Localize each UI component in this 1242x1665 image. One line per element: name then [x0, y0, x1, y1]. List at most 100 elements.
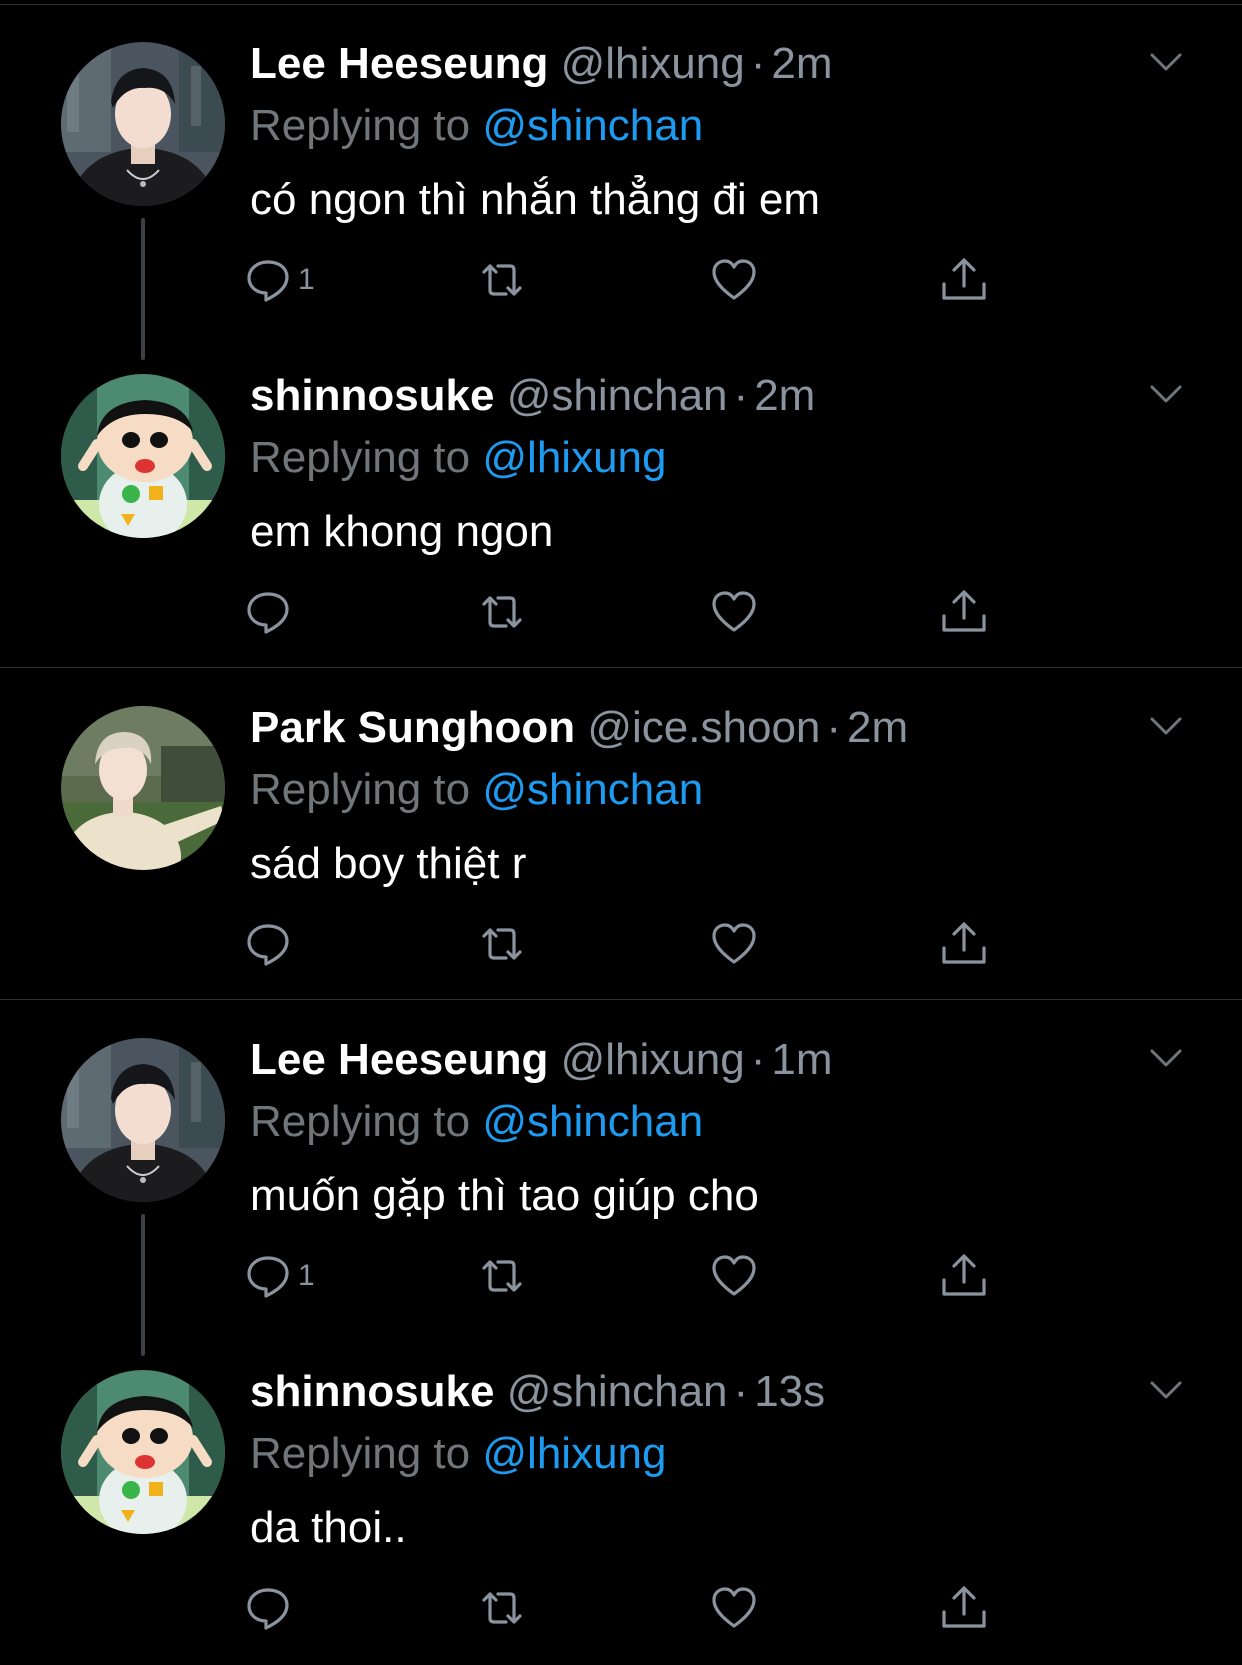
replying-to-line: Replying to @shinchan: [250, 98, 703, 154]
retweet-button[interactable]: [478, 919, 526, 969]
action-bar: 1: [247, 255, 1010, 305]
separator-dot: ·: [750, 1035, 766, 1084]
user-handle[interactable]: @lhixung: [561, 39, 745, 88]
reply-button[interactable]: 1: [244, 1251, 315, 1301]
like-button[interactable]: [710, 1583, 758, 1633]
display-name[interactable]: Lee Heeseung: [250, 1035, 548, 1084]
tweet-4[interactable]: Lee Heeseung @lhixung · 1m Replying to @sh…: [0, 996, 1242, 1356]
heart-icon: [712, 1587, 756, 1628]
action-bar: [247, 1583, 1010, 1633]
avatar-lee-heeseung[interactable]: [61, 42, 225, 206]
like-button[interactable]: [710, 1251, 758, 1301]
tweet-header: shinnosuke @shinchan · 2m: [250, 368, 815, 424]
share-button[interactable]: [940, 255, 988, 305]
retweet-icon: [482, 1260, 522, 1292]
tweet-text: sád boy thiệt r: [250, 839, 527, 888]
reply-button[interactable]: [244, 1583, 298, 1633]
avatar-park-sunghoon[interactable]: [61, 706, 225, 870]
reply-button[interactable]: [244, 587, 298, 637]
timestamp[interactable]: 13s: [754, 1367, 825, 1416]
tweet-text: da thoi..: [250, 1503, 407, 1552]
reply-count: 1: [298, 263, 315, 296]
display-name[interactable]: shinnosuke: [250, 1367, 495, 1416]
comment-bubble-icon: [247, 1588, 289, 1630]
share-icon: [942, 258, 986, 300]
display-name[interactable]: Park Sunghoon: [250, 703, 575, 752]
heart-icon: [712, 591, 756, 632]
separator-dot: ·: [733, 1367, 749, 1416]
retweet-icon: [482, 928, 522, 960]
timestamp[interactable]: 2m: [771, 39, 832, 88]
tweet-text: có ngon thì nhắn thẳng đi em: [250, 175, 820, 224]
avatar-image: [61, 706, 225, 870]
avatar-shinnosuke[interactable]: [61, 1370, 225, 1534]
user-handle[interactable]: @ice.shoon: [587, 703, 820, 752]
avatar-image: [61, 1370, 225, 1534]
tweet-header: Park Sunghoon @ice.shoon · 2m: [250, 700, 908, 756]
replying-to-line: Replying to @shinchan: [250, 1094, 703, 1150]
user-handle[interactable]: @lhixung: [561, 1035, 745, 1084]
tweet-text: em khong ngon: [250, 507, 554, 556]
like-button[interactable]: [710, 919, 758, 969]
action-bar: 1: [247, 1251, 1010, 1301]
comment-bubble-icon: [247, 924, 289, 966]
action-bar: [247, 919, 1010, 969]
avatar-shinnosuke[interactable]: [61, 374, 225, 538]
share-button[interactable]: [940, 919, 988, 969]
reply-button[interactable]: 1: [244, 255, 315, 305]
chevron-down-icon[interactable]: [1148, 44, 1184, 80]
display-name[interactable]: shinnosuke: [250, 371, 495, 420]
retweet-icon: [482, 264, 522, 296]
chevron-down-icon[interactable]: [1148, 708, 1184, 744]
avatar-lee-heeseung[interactable]: [61, 1038, 225, 1202]
tweet-text: muốn gặp thì tao giúp cho: [250, 1171, 759, 1220]
tweet-1[interactable]: Lee Heeseung @lhixung · 2m Replying to @sh…: [0, 0, 1242, 360]
share-icon: [942, 1586, 986, 1628]
reply-button[interactable]: [244, 919, 298, 969]
share-button[interactable]: [940, 1251, 988, 1301]
replying-to-mention[interactable]: @lhixung: [482, 1429, 666, 1478]
comment-bubble-icon: [247, 1256, 289, 1298]
chevron-down-icon[interactable]: [1148, 1040, 1184, 1076]
share-button[interactable]: [940, 1583, 988, 1633]
user-handle[interactable]: @shinchan: [507, 371, 728, 420]
replying-to-mention[interactable]: @shinchan: [482, 101, 703, 150]
reply-count: 1: [298, 1259, 315, 1292]
timestamp[interactable]: 2m: [754, 371, 815, 420]
share-button[interactable]: [940, 587, 988, 637]
share-icon: [942, 1254, 986, 1296]
retweet-icon: [482, 596, 522, 628]
retweet-button[interactable]: [478, 1251, 526, 1301]
replying-to-mention[interactable]: @shinchan: [482, 765, 703, 814]
replying-to-line: Replying to @shinchan: [250, 762, 703, 818]
action-bar: [247, 587, 1010, 637]
retweet-button[interactable]: [478, 255, 526, 305]
chevron-down-icon[interactable]: [1148, 1372, 1184, 1408]
heart-icon: [712, 1255, 756, 1296]
chevron-down-icon[interactable]: [1148, 376, 1184, 412]
retweet-icon: [482, 1592, 522, 1624]
retweet-button[interactable]: [478, 587, 526, 637]
replying-to-mention[interactable]: @shinchan: [482, 1097, 703, 1146]
replying-to-mention[interactable]: @lhixung: [482, 433, 666, 482]
tweet-header: Lee Heeseung @lhixung · 2m: [250, 36, 832, 92]
tweet-3[interactable]: Park Sunghoon @ice.shoon · 2m Replying to …: [0, 664, 1242, 996]
user-handle[interactable]: @shinchan: [507, 1367, 728, 1416]
avatar-image: [61, 42, 225, 206]
display-name[interactable]: Lee Heeseung: [250, 39, 548, 88]
heart-icon: [712, 259, 756, 300]
heart-icon: [712, 923, 756, 964]
tweet-5[interactable]: shinnosuke @shinchan · 13s Replying to @lh…: [0, 1328, 1242, 1660]
retweet-button[interactable]: [478, 1583, 526, 1633]
avatar-image: [61, 374, 225, 538]
replying-to-line: Replying to @lhixung: [250, 1426, 666, 1482]
share-icon: [942, 922, 986, 964]
like-button[interactable]: [710, 255, 758, 305]
timestamp[interactable]: 2m: [847, 703, 908, 752]
tweet-2[interactable]: shinnosuke @shinchan · 2m Replying to @lhi…: [0, 332, 1242, 664]
timestamp[interactable]: 1m: [771, 1035, 832, 1084]
replying-to-label: Replying to: [250, 101, 471, 150]
separator-dot: ·: [750, 39, 766, 88]
replying-to-label: Replying to: [250, 765, 471, 814]
like-button[interactable]: [710, 587, 758, 637]
